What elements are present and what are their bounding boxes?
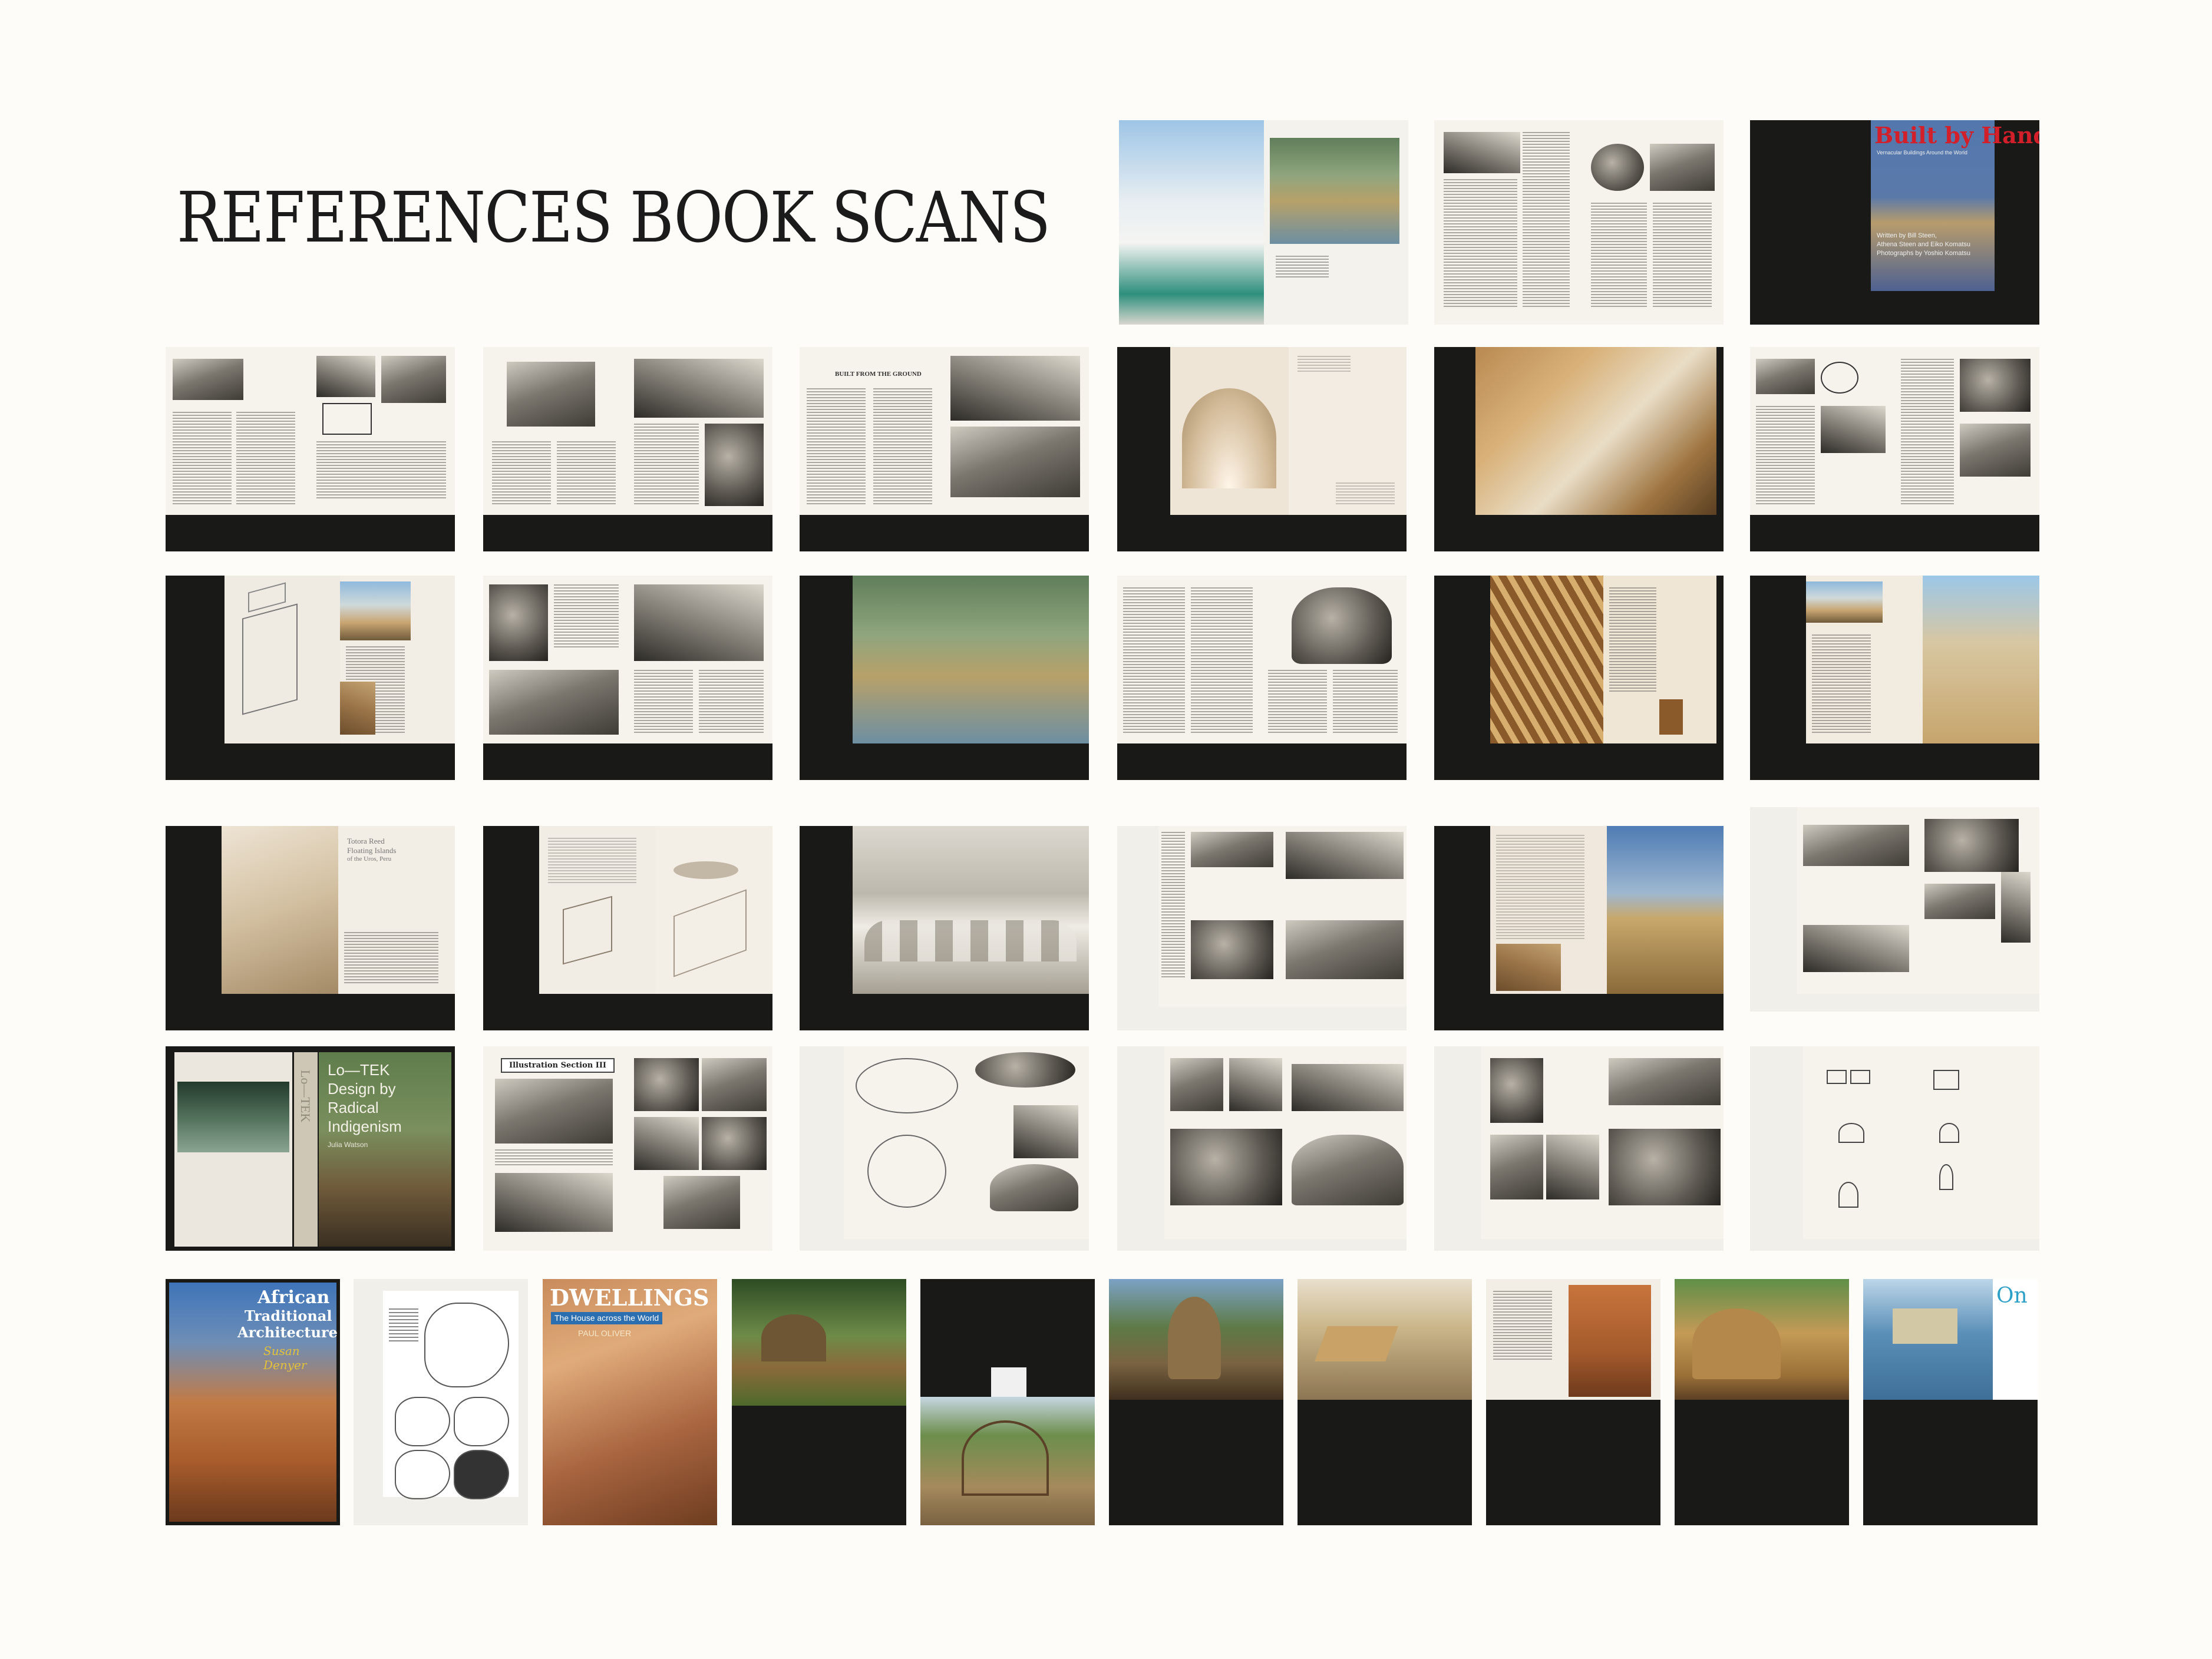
scan-reed-bundle-weaving	[1486, 1279, 1660, 1525]
chapter-heading-line-1: Totora Reed	[347, 837, 385, 845]
cover-title-line-3: Architecture	[237, 1324, 338, 1341]
cover-title-line-4: Indigenism	[328, 1118, 402, 1135]
scan-huts-and-plans	[1750, 347, 2039, 551]
scan-reed-arch-interior	[1117, 347, 1407, 551]
cover-title-line-1: Lo—TEK	[328, 1061, 390, 1079]
cover-subtitle: The House across the World	[551, 1312, 663, 1324]
scan-reed-towers-color	[1434, 826, 1724, 1030]
scan-thatched-huts-catalog	[1750, 807, 2039, 1012]
spine-title: Lo—TEK	[298, 1070, 313, 1123]
cover-african-traditional-architecture: African Traditional Architecture Susan D…	[166, 1279, 340, 1525]
cover-subtitle: Vernacular Buildings Around the World	[1877, 150, 1967, 156]
scan-reed-builders-color	[1434, 347, 1724, 551]
scan-reed-dome-text	[1117, 576, 1407, 780]
cover-title-line-2: Traditional	[245, 1307, 332, 1324]
scan-thatch-roof-builders	[1675, 1279, 1849, 1525]
cover-lo-tek: Lo—TEK Lo—TEK Design by Radical Indigeni…	[166, 1046, 455, 1251]
cover-title-line-3: Radical	[328, 1099, 379, 1116]
scan-africa-maps	[354, 1279, 528, 1525]
scan-reed-arches-interior	[1434, 576, 1724, 780]
cover-author: Susan Denyer	[263, 1344, 307, 1372]
cover-dwellings: DWELLINGS The House across the World PAU…	[543, 1279, 717, 1525]
scan-round-hut-photos	[1434, 1046, 1724, 1251]
scan-reed-village-bw	[483, 347, 772, 551]
scan-hut-section-diagrams	[1750, 1046, 2039, 1251]
section-heading: Illustration Section III	[501, 1058, 615, 1073]
chapter-heading-line-3: of the Uros, Peru	[347, 855, 392, 862]
cover-title-line-2: Design by	[328, 1080, 396, 1098]
scan-reed-boats	[1298, 1279, 1472, 1525]
scan-african-round-huts	[1117, 826, 1407, 1030]
scan-stilt-house: On	[1863, 1279, 2038, 1525]
cover-credit-2: Athena Steen and Eiko Komatsu	[1877, 241, 1970, 248]
scan-totora-reed-islands: Totora Reed Floating Islands of the Uros…	[166, 826, 455, 1030]
scan-settlement-diagrams	[800, 1046, 1089, 1251]
page-heading: On	[1996, 1284, 2028, 1308]
cover-credit-1: Written by Bill Steen,	[1877, 232, 1937, 239]
page-title: REFERENCES BOOK SCANS	[177, 177, 1051, 258]
scan-marsh-reed-houses	[800, 576, 1089, 780]
scan-reed-house-axonometric	[166, 576, 455, 780]
scan-reed-village-sketch	[800, 826, 1089, 1030]
cover-title: Built by Hand	[1874, 122, 2039, 148]
scan-reed-island-diagrams	[483, 826, 772, 1030]
scan-hut-in-forest	[732, 1279, 906, 1525]
scan-built-from-the-ground: BUILT FROM THE GROUND	[800, 347, 1089, 551]
scan-dome-structure-text	[1434, 120, 1724, 325]
cover-author: PAUL OLIVER	[578, 1328, 632, 1338]
cover-author: Julia Watson	[328, 1141, 368, 1149]
scan-tall-thatched-hut	[1109, 1279, 1283, 1525]
scan-illustration-section-iii: Illustration Section III	[483, 1046, 772, 1251]
scan-hut-plans-spread	[166, 347, 455, 551]
scan-dome-frame-construction	[920, 1279, 1095, 1525]
cover-built-by-hand: Built by Hand Vernacular Buildings Aroun…	[1750, 120, 2039, 325]
scan-uros-reed-island	[1750, 576, 2039, 780]
cover-title: DWELLINGS	[550, 1284, 709, 1311]
cover-credit-3: Photographs by Yoshio Komatsu	[1877, 250, 1971, 257]
scan-grass-dome-huts	[1117, 1046, 1407, 1251]
cover-title-line-1: African	[257, 1287, 330, 1308]
chapter-heading-line-2: Floating Islands	[347, 846, 397, 855]
scan-white-village-mosque	[1119, 120, 1408, 325]
scan-thatched-huts-bw	[483, 576, 772, 780]
chapter-heading: BUILT FROM THE GROUND	[835, 371, 922, 378]
